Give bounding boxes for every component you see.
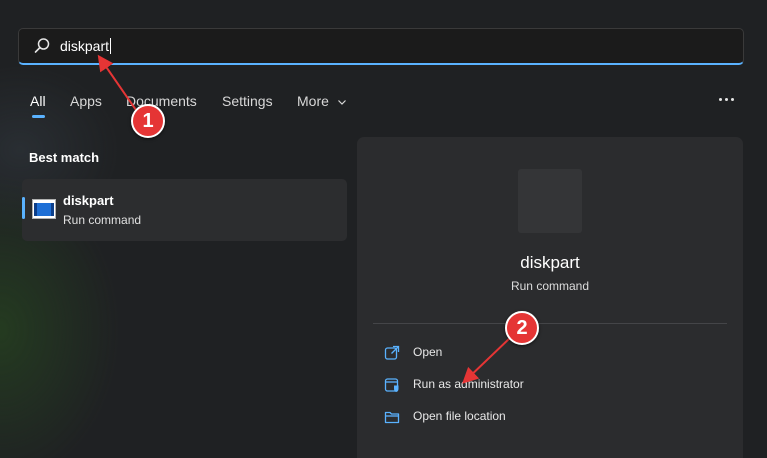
ellipsis-icon xyxy=(719,98,722,101)
detail-panel: diskpart Run command Open Run as adminis… xyxy=(357,137,743,458)
search-box[interactable]: diskpart xyxy=(18,28,744,65)
folder-icon xyxy=(384,411,400,424)
app-icon-placeholder xyxy=(518,169,582,233)
open-file-location-action[interactable]: Open file location xyxy=(379,405,719,429)
detail-subtitle: Run command xyxy=(510,279,590,293)
tab-all[interactable]: All xyxy=(30,93,46,109)
search-input[interactable]: diskpart xyxy=(60,38,112,54)
tab-more[interactable]: More xyxy=(297,93,347,109)
open-external-icon xyxy=(384,345,400,360)
open-file-location-label: Open file location xyxy=(413,409,506,423)
tab-apps[interactable]: Apps xyxy=(70,93,102,109)
best-match-result[interactable]: diskpart Run command xyxy=(22,179,347,241)
annotation-badge-2: 2 xyxy=(505,311,539,345)
tab-settings[interactable]: Settings xyxy=(222,93,273,109)
run-as-administrator-label: Run as administrator xyxy=(413,377,524,391)
result-title: diskpart xyxy=(63,193,114,208)
open-label: Open xyxy=(413,345,443,359)
shield-admin-icon xyxy=(384,378,399,392)
active-tab-indicator xyxy=(32,115,45,118)
tab-more-label: More xyxy=(297,93,329,109)
chevron-down-icon xyxy=(337,100,346,106)
result-subtitle: Run command xyxy=(63,213,142,227)
run-as-administrator-action[interactable]: Run as administrator xyxy=(379,373,719,397)
detail-title: diskpart xyxy=(520,253,580,272)
selection-indicator xyxy=(22,197,25,219)
divider xyxy=(373,323,727,324)
best-match-heading: Best match xyxy=(29,150,100,165)
more-options-button[interactable] xyxy=(713,88,739,112)
run-command-app-icon xyxy=(32,199,56,219)
annotation-badge-1: 1 xyxy=(131,104,165,138)
open-action[interactable]: Open xyxy=(379,341,719,365)
search-icon xyxy=(34,38,50,53)
